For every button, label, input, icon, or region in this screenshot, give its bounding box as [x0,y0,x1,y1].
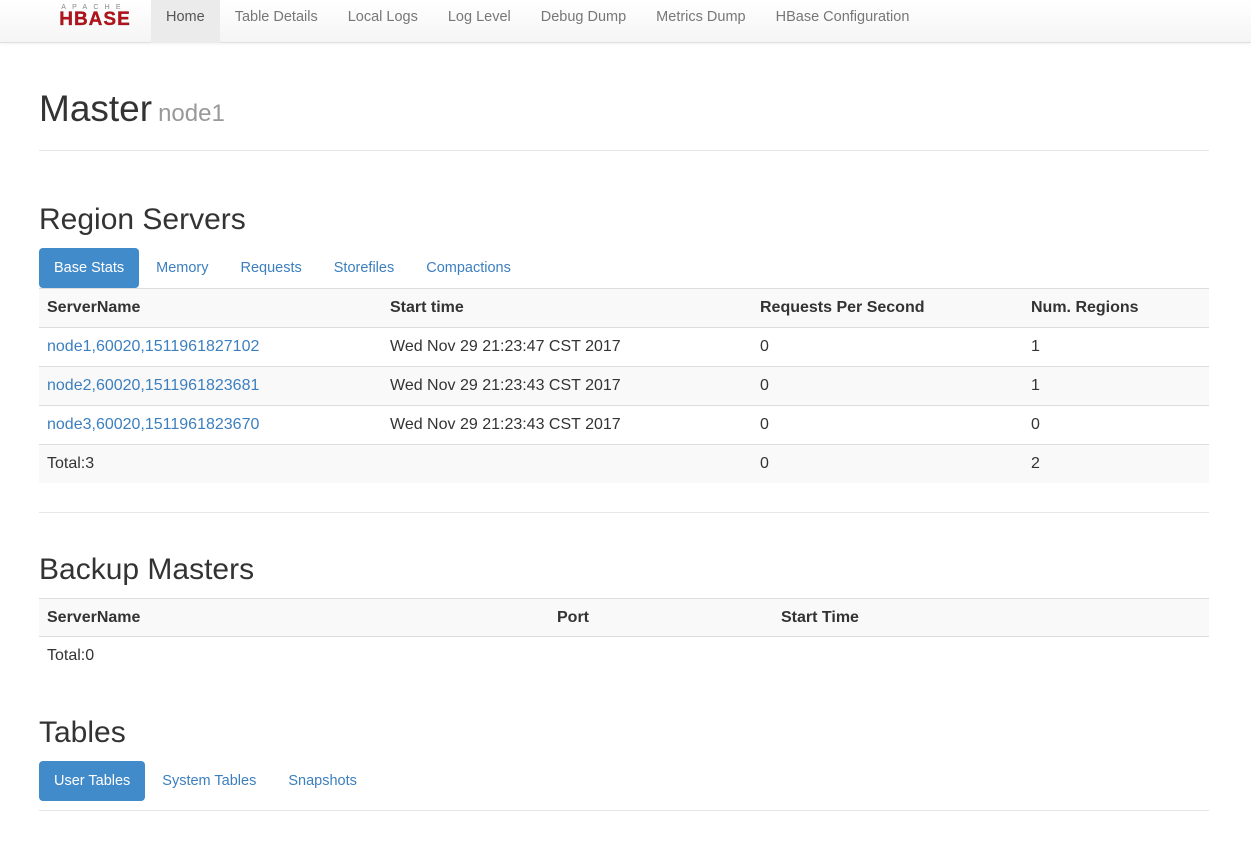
table-row: node2,60020,1511961823681 Wed Nov 29 21:… [39,366,1209,405]
requests-cell: 0 [760,416,769,433]
total-label: Total:3 [47,455,95,472]
tab-requests[interactable]: Requests [226,248,317,288]
server-link[interactable]: node1,60020,1511961827102 [47,338,259,355]
regions-cell: 1 [1031,377,1040,394]
tables-title: Tables [39,716,126,749]
region-servers-table: ServerName Start time Requests Per Secon… [39,288,1209,483]
regions-cell: 1 [1031,338,1040,355]
main-nav: Home Table Details Local Logs Log Level … [151,0,924,43]
nav-log-level[interactable]: Log Level [433,0,526,43]
region-servers-tabs: Base Stats Memory Requests Storefiles Co… [39,248,528,288]
tables-tabs: User Tables System Tables Snapshots [39,761,374,801]
tables-divider [39,810,1209,811]
column-header[interactable]: Num. Regions [1031,289,1139,327]
total-regions: 2 [1031,455,1040,472]
page-subtitle: node1 [158,100,225,127]
total-requests: 0 [760,455,769,472]
nav-home[interactable]: Home [151,0,220,43]
nav-metrics-dump[interactable]: Metrics Dump [641,0,760,43]
logo-hbase-text: HBASE [59,9,131,30]
header-divider [39,150,1209,151]
column-header[interactable]: Requests Per Second [760,289,925,327]
regions-cell: 0 [1031,416,1040,433]
hbase-logo[interactable]: APACHE HBASE [53,4,137,30]
region-servers-title: Region Servers [39,203,246,236]
page-title-text: Master [39,88,153,129]
server-link[interactable]: node2,60020,1511961823681 [47,377,259,394]
column-header[interactable]: ServerName [47,599,140,637]
table-header-row: ServerName Start time Requests Per Secon… [39,288,1209,327]
start-time-cell: Wed Nov 29 21:23:43 CST 2017 [390,416,621,433]
tab-snapshots[interactable]: Snapshots [273,761,372,801]
server-link[interactable]: node3,60020,1511961823670 [47,416,259,433]
nav-local-logs[interactable]: Local Logs [333,0,433,43]
page-title: Master node1 [39,88,225,130]
tab-storefiles[interactable]: Storefiles [319,248,409,288]
table-total-row: Total:3 0 2 [39,444,1209,483]
table-total-row: Total:0 [39,637,549,676]
tab-memory[interactable]: Memory [141,248,223,288]
navbar: APACHE HBASE Home Table Details Local Lo… [0,0,1251,43]
requests-cell: 0 [760,377,769,394]
column-header[interactable]: Start Time [781,599,859,637]
nav-debug-dump[interactable]: Debug Dump [526,0,641,43]
column-header[interactable]: Start time [390,289,464,327]
backup-masters-table: ServerName Port Start Time Total:0 [39,598,1209,676]
column-header[interactable]: Port [557,599,589,637]
tab-base-stats[interactable]: Base Stats [39,248,140,288]
backup-masters-title: Backup Masters [39,553,255,586]
table-row: node3,60020,1511961823670 Wed Nov 29 21:… [39,405,1209,444]
nav-table-details[interactable]: Table Details [220,0,333,43]
column-header[interactable]: ServerName [47,289,140,327]
total-label: Total:0 [47,647,95,664]
start-time-cell: Wed Nov 29 21:23:47 CST 2017 [390,338,621,355]
table-header-row: ServerName Port Start Time [39,598,1209,637]
nav-hbase-configuration[interactable]: HBase Configuration [761,0,925,43]
tab-user-tables[interactable]: User Tables [39,761,146,801]
tab-compactions[interactable]: Compactions [411,248,526,288]
start-time-cell: Wed Nov 29 21:23:43 CST 2017 [390,377,621,394]
requests-cell: 0 [760,338,769,355]
tab-system-tables[interactable]: System Tables [147,761,271,801]
section-divider [39,512,1209,513]
table-row: node1,60020,1511961827102 Wed Nov 29 21:… [39,327,1209,366]
